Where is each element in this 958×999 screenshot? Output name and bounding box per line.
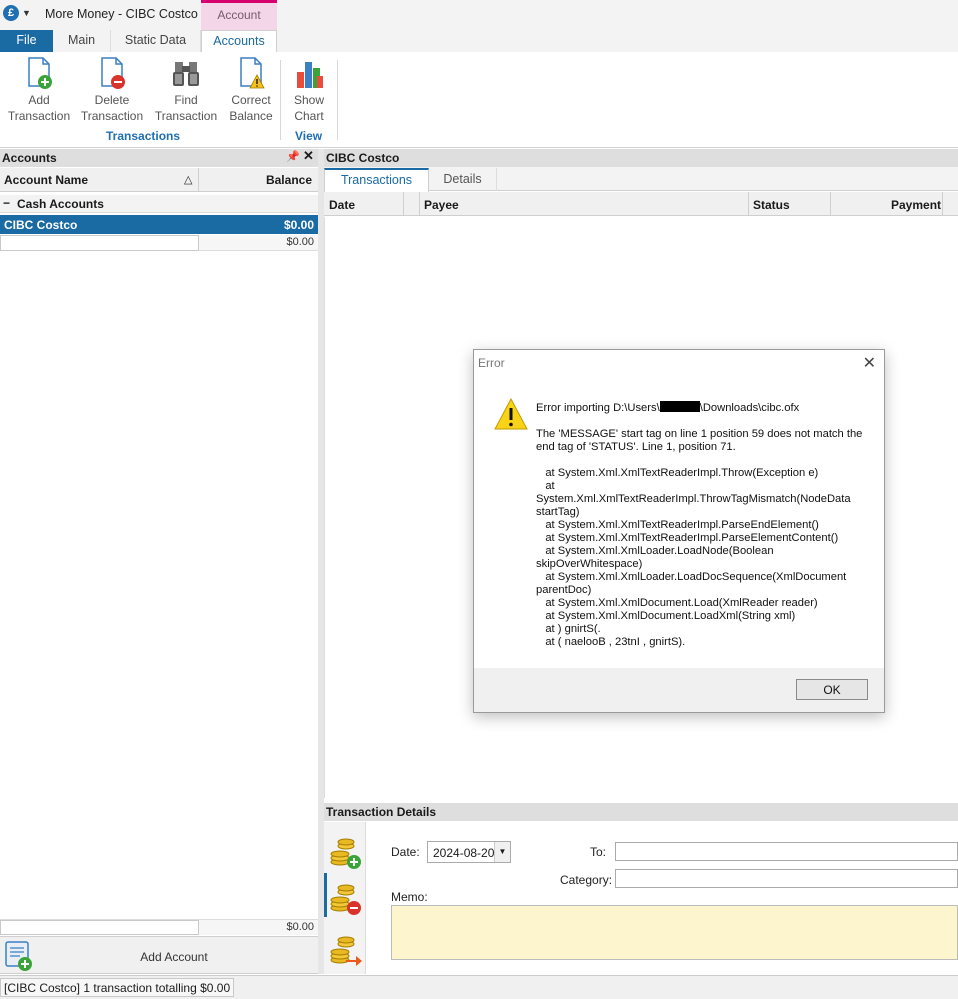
delete-transaction-button[interactable]: Delete Transaction	[80, 56, 144, 124]
binoculars-icon	[170, 56, 202, 90]
column-balance[interactable]: Balance	[266, 173, 312, 187]
to-field[interactable]	[615, 842, 958, 861]
correct-balance-label-2: Balance	[229, 109, 273, 123]
app-icon[interactable]: £	[3, 5, 19, 21]
transactions-grid-header: Date Payee Status Payment	[324, 192, 958, 216]
date-label: Date:	[391, 845, 420, 859]
date-value: 2024-08-20	[433, 846, 495, 860]
group-label: Cash Accounts	[17, 197, 104, 211]
ribbon-separator	[280, 60, 281, 140]
tab-file[interactable]: File	[0, 30, 53, 52]
tab-accounts[interactable]: Accounts	[201, 30, 277, 52]
add-account-button[interactable]: Add Account	[0, 936, 318, 974]
add-account-label: Add Account	[140, 950, 208, 964]
correct-balance-label-1: Correct	[231, 93, 271, 107]
memo-label: Memo:	[391, 890, 428, 904]
date-picker[interactable]: 2024-08-20 ▼	[427, 841, 511, 863]
dialog-title: Error	[478, 356, 505, 370]
quick-access-dropdown-icon[interactable]: ▼	[22, 8, 31, 18]
tab-main[interactable]: Main	[53, 30, 111, 52]
new-account-balance: $0.00	[286, 236, 314, 248]
account-row[interactable]: CIBC Costco $0.00	[0, 215, 318, 234]
window-title: More Money - CIBC Costco	[45, 7, 198, 21]
account-balance: $0.00	[283, 218, 314, 232]
tab-transactions[interactable]: Transactions	[324, 168, 429, 192]
accounts-total-row: $0.00	[0, 919, 318, 935]
close-icon[interactable]: ✕	[863, 353, 876, 373]
column-divider[interactable]	[403, 192, 404, 216]
error-detail: The 'MESSAGE' start tag on line 1 positi…	[536, 428, 866, 453]
warning-icon	[494, 397, 528, 430]
account-name: CIBC Costco	[4, 218, 78, 232]
transaction-details-title: Transaction Details	[324, 803, 958, 821]
column-account-name[interactable]: Account Name	[4, 173, 88, 187]
column-payee[interactable]: Payee	[424, 198, 459, 212]
group-label-transactions: Transactions	[106, 129, 181, 143]
add-transaction-button[interactable]: Add Transaction	[6, 56, 72, 124]
status-bar: [CIBC Costco] 1 transaction totalling $0…	[0, 975, 958, 999]
show-chart-button[interactable]: Show Chart	[288, 56, 330, 124]
add-transaction-label-1: Add	[28, 93, 50, 107]
context-tab-account: Account	[201, 0, 277, 30]
show-chart-label-2: Chart	[294, 109, 324, 123]
correct-balance-button[interactable]: Correct Balance	[226, 56, 276, 124]
error-message: Error importing D:\Users\ \Downloads\cibc…	[536, 401, 872, 649]
warning-document-icon	[235, 56, 267, 90]
group-label-view: View	[295, 129, 323, 143]
remove-coins-icon[interactable]	[328, 878, 364, 918]
column-divider[interactable]	[942, 192, 943, 216]
redacted-username	[659, 401, 700, 412]
category-field[interactable]	[615, 869, 958, 888]
delete-document-icon	[96, 56, 128, 90]
tab-static-data[interactable]: Static Data	[111, 30, 201, 52]
ribbon-separator	[337, 60, 338, 140]
collapse-toggle-icon[interactable]: −	[3, 196, 10, 210]
status-text: [CIBC Costco] 1 transaction totalling $0…	[0, 978, 235, 997]
ok-button[interactable]: OK	[796, 679, 868, 700]
add-coins-icon[interactable]	[328, 832, 364, 872]
column-payment[interactable]: Payment	[891, 198, 941, 212]
new-account-name-cell[interactable]	[0, 235, 199, 251]
transfer-coins-icon[interactable]	[328, 930, 364, 970]
error-stack-trace: at System.Xml.XmlTextReaderImpl.Throw(Ex…	[536, 467, 851, 648]
find-transaction-label-1: Find	[174, 93, 198, 107]
error-path-suffix: \Downloads\cibc.ofx	[699, 402, 800, 414]
column-status[interactable]: Status	[753, 198, 790, 212]
find-transaction-label-2: Transaction	[154, 109, 218, 123]
find-transaction-button[interactable]: Find Transaction	[154, 56, 218, 124]
tab-details[interactable]: Details	[429, 168, 497, 191]
column-date[interactable]: Date	[329, 198, 355, 212]
error-dialog: Error ✕ Error importing D:\Users\ \Downlo…	[473, 349, 885, 713]
dialog-footer: OK	[474, 668, 884, 712]
total-name-cell	[0, 920, 199, 935]
total-balance: $0.00	[286, 921, 314, 933]
account-view-title: CIBC Costco	[324, 149, 958, 167]
new-account-row[interactable]: $0.00	[0, 235, 318, 251]
column-divider[interactable]	[198, 168, 199, 192]
column-divider[interactable]	[419, 192, 420, 216]
accounts-grid-header: Account Name △ Balance	[0, 168, 318, 192]
bar-chart-icon	[293, 56, 325, 90]
column-divider[interactable]	[748, 192, 749, 216]
error-path-prefix: Error importing D:\Users\	[536, 402, 660, 414]
close-icon[interactable]: ✕	[303, 148, 314, 164]
chevron-down-icon[interactable]: ▼	[494, 842, 510, 862]
add-document-icon	[23, 56, 55, 90]
add-transaction-label-2: Transaction	[7, 109, 71, 123]
memo-field[interactable]	[391, 905, 958, 960]
show-chart-label-1: Show	[293, 93, 325, 107]
ribbon: Add Transaction Delete Transaction Find …	[0, 52, 958, 148]
group-row-cash-accounts[interactable]: − Cash Accounts	[0, 195, 318, 213]
error-heading: Error importing D:\Users\ \Downloads\cibc…	[536, 401, 872, 415]
active-indicator	[324, 873, 327, 917]
pin-icon[interactable]: 📌	[286, 150, 300, 163]
sort-ascending-icon: △	[184, 174, 193, 186]
to-label: To:	[590, 845, 607, 859]
category-label: Category:	[560, 873, 613, 887]
delete-transaction-label-1: Delete	[94, 93, 130, 107]
column-divider[interactable]	[830, 192, 831, 216]
accounts-panel-title: Accounts	[0, 149, 318, 167]
delete-transaction-label-2: Transaction	[80, 109, 144, 123]
